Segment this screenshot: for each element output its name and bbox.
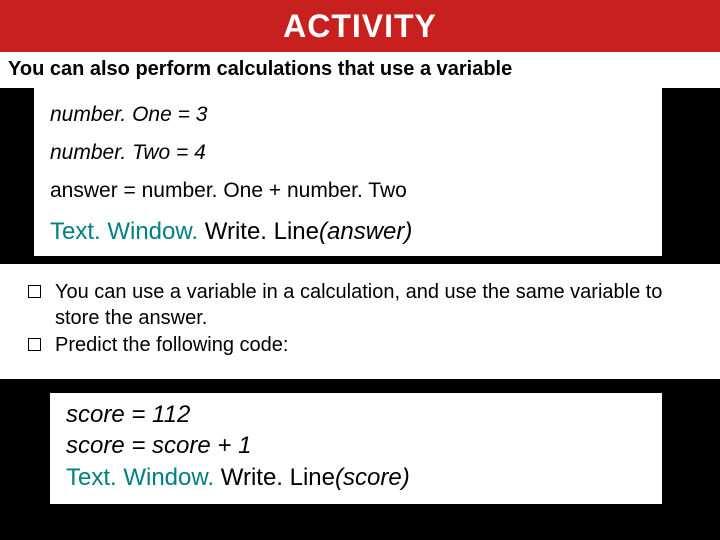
code-block-1: number. One = 3 number. Two = 4 answer =…	[34, 88, 662, 256]
code-line: number. Two = 4	[50, 134, 646, 172]
list-item: You can use a variable in a calculation,…	[28, 280, 700, 331]
bullet-text: You can use a variable in a calculation,…	[55, 280, 700, 331]
code-line: answer = number. One + number. Two	[50, 172, 646, 210]
checkbox-icon	[28, 338, 41, 351]
header-bar: ACTIVITY	[0, 0, 720, 52]
code-arg: (score)	[335, 464, 410, 491]
slide: ACTIVITY You can also perform calculatio…	[0, 0, 720, 540]
code-writeline: Write. Line	[221, 464, 335, 491]
bullet-list: You can use a variable in a calculation,…	[0, 264, 720, 379]
checkbox-icon	[28, 285, 41, 298]
code-arg: (answer)	[319, 218, 412, 245]
code-line-final: Text. Window. Write. Line(score)	[66, 462, 646, 494]
code-block-2: score = 112 score = score + 1 Text. Wind…	[50, 393, 662, 504]
code-textwindow: Text. Window.	[66, 464, 221, 491]
bullet-text: Predict the following code:	[55, 333, 288, 359]
code-line-final: Text. Window. Write. Line(answer)	[50, 210, 646, 246]
code-line: number. One = 3	[50, 96, 646, 134]
intro-bar: You can also perform calculations that u…	[0, 52, 720, 88]
code-writeline: Write. Line	[205, 218, 319, 245]
intro-text: You can also perform calculations that u…	[8, 58, 712, 81]
list-item: Predict the following code:	[28, 333, 700, 359]
code-textwindow: Text. Window.	[50, 218, 205, 245]
code-line: score = score + 1	[66, 430, 646, 462]
page-title: ACTIVITY	[283, 8, 437, 45]
code-line: score = 112	[66, 399, 646, 431]
